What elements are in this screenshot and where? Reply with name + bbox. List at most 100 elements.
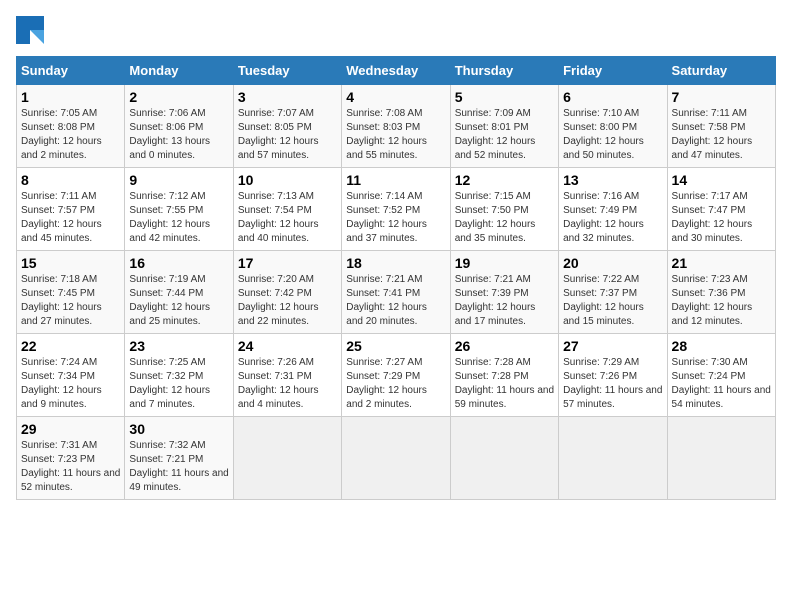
- calendar-cell: 5 Sunrise: 7:09 AMSunset: 8:01 PMDayligh…: [450, 85, 558, 168]
- calendar-cell: 16 Sunrise: 7:19 AMSunset: 7:44 PMDaylig…: [125, 251, 233, 334]
- weekday-header: Saturday: [667, 57, 775, 85]
- day-info: Sunrise: 7:21 AMSunset: 7:41 PMDaylight:…: [346, 273, 445, 329]
- day-number: 16: [129, 255, 228, 271]
- day-info: Sunrise: 7:29 AMSunset: 7:26 PMDaylight:…: [563, 356, 662, 412]
- weekday-header-row: SundayMondayTuesdayWednesdayThursdayFrid…: [17, 57, 776, 85]
- calendar-cell: 13 Sunrise: 7:16 AMSunset: 7:49 PMDaylig…: [559, 168, 667, 251]
- day-info: Sunrise: 7:24 AMSunset: 7:34 PMDaylight:…: [21, 356, 120, 412]
- day-info: Sunrise: 7:10 AMSunset: 8:00 PMDaylight:…: [563, 107, 662, 163]
- calendar-cell: 30 Sunrise: 7:32 AMSunset: 7:21 PMDaylig…: [125, 417, 233, 500]
- calendar-cell: 23 Sunrise: 7:25 AMSunset: 7:32 PMDaylig…: [125, 334, 233, 417]
- weekday-header: Monday: [125, 57, 233, 85]
- weekday-header: Sunday: [17, 57, 125, 85]
- logo: [16, 16, 48, 44]
- day-info: Sunrise: 7:32 AMSunset: 7:21 PMDaylight:…: [129, 439, 228, 495]
- day-number: 13: [563, 172, 662, 188]
- page-header: [16, 16, 776, 44]
- day-number: 11: [346, 172, 445, 188]
- calendar-cell: 7 Sunrise: 7:11 AMSunset: 7:58 PMDayligh…: [667, 85, 775, 168]
- day-info: Sunrise: 7:27 AMSunset: 7:29 PMDaylight:…: [346, 356, 445, 412]
- calendar-week-row: 1 Sunrise: 7:05 AMSunset: 8:08 PMDayligh…: [17, 85, 776, 168]
- day-info: Sunrise: 7:08 AMSunset: 8:03 PMDaylight:…: [346, 107, 445, 163]
- calendar-cell: 14 Sunrise: 7:17 AMSunset: 7:47 PMDaylig…: [667, 168, 775, 251]
- day-number: 20: [563, 255, 662, 271]
- day-number: 19: [455, 255, 554, 271]
- day-number: 26: [455, 338, 554, 354]
- weekday-header: Thursday: [450, 57, 558, 85]
- weekday-header: Friday: [559, 57, 667, 85]
- day-info: Sunrise: 7:05 AMSunset: 8:08 PMDaylight:…: [21, 107, 120, 163]
- calendar-cell: 20 Sunrise: 7:22 AMSunset: 7:37 PMDaylig…: [559, 251, 667, 334]
- day-info: Sunrise: 7:22 AMSunset: 7:37 PMDaylight:…: [563, 273, 662, 329]
- calendar-cell: 27 Sunrise: 7:29 AMSunset: 7:26 PMDaylig…: [559, 334, 667, 417]
- day-number: 5: [455, 89, 554, 105]
- day-number: 30: [129, 421, 228, 437]
- day-info: Sunrise: 7:26 AMSunset: 7:31 PMDaylight:…: [238, 356, 337, 412]
- day-info: Sunrise: 7:07 AMSunset: 8:05 PMDaylight:…: [238, 107, 337, 163]
- day-number: 22: [21, 338, 120, 354]
- calendar-cell: 21 Sunrise: 7:23 AMSunset: 7:36 PMDaylig…: [667, 251, 775, 334]
- day-info: Sunrise: 7:15 AMSunset: 7:50 PMDaylight:…: [455, 190, 554, 246]
- day-number: 9: [129, 172, 228, 188]
- day-info: Sunrise: 7:31 AMSunset: 7:23 PMDaylight:…: [21, 439, 120, 495]
- calendar-week-row: 22 Sunrise: 7:24 AMSunset: 7:34 PMDaylig…: [17, 334, 776, 417]
- calendar-cell: 25 Sunrise: 7:27 AMSunset: 7:29 PMDaylig…: [342, 334, 450, 417]
- calendar-cell: 18 Sunrise: 7:21 AMSunset: 7:41 PMDaylig…: [342, 251, 450, 334]
- calendar-cell: 11 Sunrise: 7:14 AMSunset: 7:52 PMDaylig…: [342, 168, 450, 251]
- day-number: 25: [346, 338, 445, 354]
- day-number: 14: [672, 172, 771, 188]
- calendar-week-row: 29 Sunrise: 7:31 AMSunset: 7:23 PMDaylig…: [17, 417, 776, 500]
- calendar-cell: 12 Sunrise: 7:15 AMSunset: 7:50 PMDaylig…: [450, 168, 558, 251]
- day-info: Sunrise: 7:09 AMSunset: 8:01 PMDaylight:…: [455, 107, 554, 163]
- day-number: 6: [563, 89, 662, 105]
- day-number: 3: [238, 89, 337, 105]
- calendar-cell: 1 Sunrise: 7:05 AMSunset: 8:08 PMDayligh…: [17, 85, 125, 168]
- day-info: Sunrise: 7:14 AMSunset: 7:52 PMDaylight:…: [346, 190, 445, 246]
- calendar-cell: 4 Sunrise: 7:08 AMSunset: 8:03 PMDayligh…: [342, 85, 450, 168]
- day-number: 12: [455, 172, 554, 188]
- day-info: Sunrise: 7:20 AMSunset: 7:42 PMDaylight:…: [238, 273, 337, 329]
- calendar-cell: 19 Sunrise: 7:21 AMSunset: 7:39 PMDaylig…: [450, 251, 558, 334]
- calendar-cell: 26 Sunrise: 7:28 AMSunset: 7:28 PMDaylig…: [450, 334, 558, 417]
- calendar-cell: [667, 417, 775, 500]
- calendar-cell: 17 Sunrise: 7:20 AMSunset: 7:42 PMDaylig…: [233, 251, 341, 334]
- weekday-header: Wednesday: [342, 57, 450, 85]
- day-number: 21: [672, 255, 771, 271]
- day-number: 24: [238, 338, 337, 354]
- calendar-cell: [342, 417, 450, 500]
- day-number: 2: [129, 89, 228, 105]
- day-info: Sunrise: 7:18 AMSunset: 7:45 PMDaylight:…: [21, 273, 120, 329]
- day-info: Sunrise: 7:06 AMSunset: 8:06 PMDaylight:…: [129, 107, 228, 163]
- logo-icon: [16, 16, 44, 44]
- day-info: Sunrise: 7:16 AMSunset: 7:49 PMDaylight:…: [563, 190, 662, 246]
- day-info: Sunrise: 7:23 AMSunset: 7:36 PMDaylight:…: [672, 273, 771, 329]
- day-info: Sunrise: 7:11 AMSunset: 7:57 PMDaylight:…: [21, 190, 120, 246]
- day-info: Sunrise: 7:17 AMSunset: 7:47 PMDaylight:…: [672, 190, 771, 246]
- calendar-cell: [450, 417, 558, 500]
- day-number: 27: [563, 338, 662, 354]
- day-info: Sunrise: 7:19 AMSunset: 7:44 PMDaylight:…: [129, 273, 228, 329]
- calendar-week-row: 15 Sunrise: 7:18 AMSunset: 7:45 PMDaylig…: [17, 251, 776, 334]
- day-info: Sunrise: 7:21 AMSunset: 7:39 PMDaylight:…: [455, 273, 554, 329]
- day-number: 1: [21, 89, 120, 105]
- calendar-cell: 3 Sunrise: 7:07 AMSunset: 8:05 PMDayligh…: [233, 85, 341, 168]
- day-number: 23: [129, 338, 228, 354]
- day-info: Sunrise: 7:28 AMSunset: 7:28 PMDaylight:…: [455, 356, 554, 412]
- day-number: 18: [346, 255, 445, 271]
- day-number: 17: [238, 255, 337, 271]
- day-number: 15: [21, 255, 120, 271]
- day-number: 4: [346, 89, 445, 105]
- day-number: 28: [672, 338, 771, 354]
- calendar-cell: 6 Sunrise: 7:10 AMSunset: 8:00 PMDayligh…: [559, 85, 667, 168]
- calendar-cell: [559, 417, 667, 500]
- day-info: Sunrise: 7:12 AMSunset: 7:55 PMDaylight:…: [129, 190, 228, 246]
- calendar-cell: 15 Sunrise: 7:18 AMSunset: 7:45 PMDaylig…: [17, 251, 125, 334]
- day-number: 7: [672, 89, 771, 105]
- day-number: 8: [21, 172, 120, 188]
- calendar-cell: 10 Sunrise: 7:13 AMSunset: 7:54 PMDaylig…: [233, 168, 341, 251]
- calendar-cell: 29 Sunrise: 7:31 AMSunset: 7:23 PMDaylig…: [17, 417, 125, 500]
- weekday-header: Tuesday: [233, 57, 341, 85]
- calendar-cell: 22 Sunrise: 7:24 AMSunset: 7:34 PMDaylig…: [17, 334, 125, 417]
- day-number: 29: [21, 421, 120, 437]
- day-info: Sunrise: 7:30 AMSunset: 7:24 PMDaylight:…: [672, 356, 771, 412]
